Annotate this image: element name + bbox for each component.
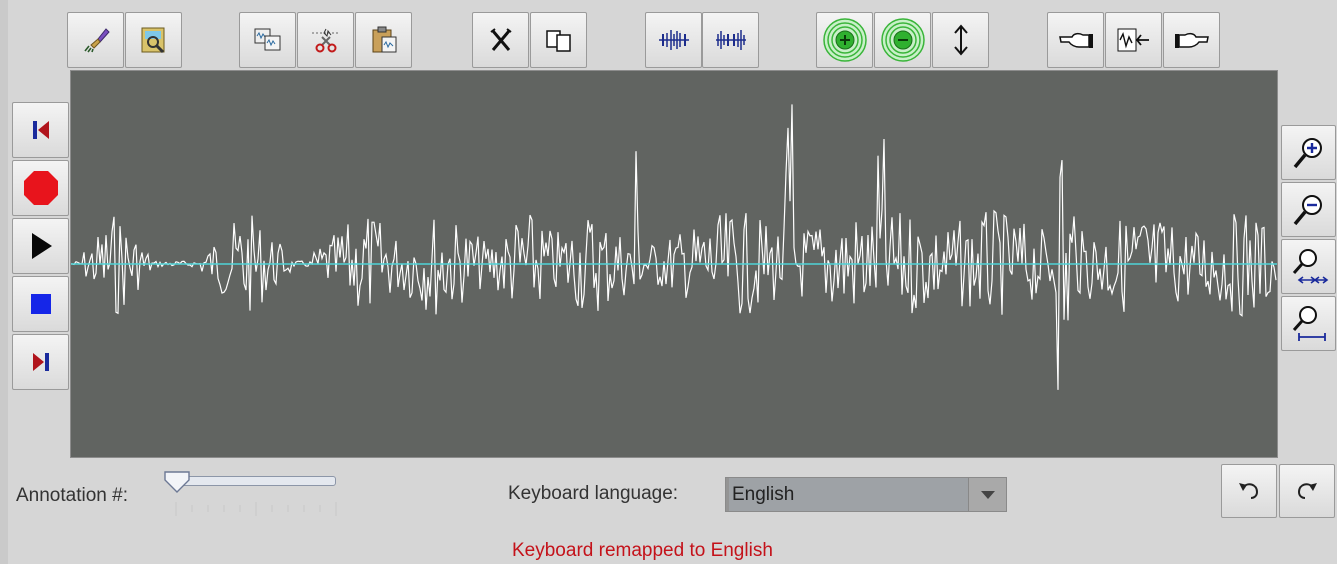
keyboard-language-select[interactable]: English — [725, 477, 1007, 512]
waveform-marker-button[interactable] — [1105, 12, 1162, 68]
annotation-slider-thumb[interactable] — [163, 470, 191, 494]
keyboard-language-value: English — [729, 478, 968, 511]
waveform-display[interactable] — [70, 70, 1278, 458]
open-audio-file-icon — [141, 27, 164, 54]
redo-button[interactable] — [1279, 464, 1335, 518]
erase-button[interactable] — [67, 12, 124, 68]
increase-gain-icon — [822, 18, 867, 62]
waveform-trace — [70, 104, 1277, 390]
zoom-horizontal-icon — [1292, 248, 1328, 284]
skip-to-start-button[interactable] — [12, 102, 69, 158]
decrease-gain-button[interactable] — [874, 12, 931, 68]
waveform-marker-icon — [1117, 28, 1149, 52]
increase-gain-button[interactable] — [816, 12, 873, 68]
copy-button[interactable] — [239, 12, 296, 68]
zoom-in-button[interactable] — [1281, 125, 1336, 180]
duplicate-button[interactable] — [530, 12, 587, 68]
zoom-horizontal-button[interactable] — [1281, 239, 1336, 294]
expand-wave-icon — [715, 30, 746, 50]
record-button[interactable] — [12, 160, 69, 216]
zoom-fit-button[interactable] — [1281, 296, 1336, 351]
stop-button[interactable] — [12, 276, 69, 332]
point-left-button[interactable] — [1047, 12, 1104, 68]
undo-button[interactable] — [1221, 464, 1277, 518]
annotation-slider-track[interactable] — [174, 476, 336, 486]
zoom-out-button[interactable] — [1281, 182, 1336, 237]
cross-delete-icon — [489, 28, 512, 51]
copy-icon — [254, 28, 280, 51]
erase-icon — [83, 28, 110, 53]
annotation-slider-ticks — [175, 502, 337, 516]
skip-to-end-icon — [32, 353, 49, 371]
keyboard-language-label: Keyboard language: — [508, 483, 679, 504]
stop-icon — [30, 294, 51, 314]
point-right-button[interactable] — [1163, 12, 1220, 68]
point-left-icon — [1058, 32, 1093, 48]
status-message: Keyboard remapped to English — [512, 540, 773, 561]
paste-button[interactable] — [355, 12, 412, 68]
record-icon — [23, 171, 58, 205]
decrease-gain-icon — [880, 18, 925, 62]
cut-button[interactable] — [297, 12, 354, 68]
skip-to-start-icon — [32, 121, 49, 139]
delete-button[interactable] — [472, 12, 529, 68]
zoom-in-icon — [1293, 137, 1322, 168]
play-button[interactable] — [12, 218, 69, 274]
open-audio-button[interactable] — [125, 12, 182, 68]
expand-wave-button[interactable] — [702, 12, 759, 68]
annotation-label: Annotation #: — [16, 485, 128, 506]
paste-icon — [372, 26, 396, 53]
skip-to-end-button[interactable] — [12, 334, 69, 390]
point-right-icon — [1174, 32, 1209, 48]
undo-icon — [1239, 483, 1259, 499]
vertical-arrows-icon — [953, 24, 968, 56]
duplicate-icon — [545, 30, 571, 52]
zoom-out-icon — [1293, 194, 1322, 225]
dropdown-arrow-button[interactable] — [968, 478, 1006, 511]
play-icon — [31, 233, 52, 259]
vertical-scale-button[interactable] — [932, 12, 989, 68]
chevron-down-icon — [980, 490, 995, 499]
compress-wave-button[interactable] — [645, 12, 702, 68]
waveform-canvas — [70, 104, 1277, 390]
zoom-fit-icon — [1292, 305, 1326, 341]
cut-icon — [311, 28, 340, 53]
redo-icon — [1297, 483, 1317, 499]
window-left-edge — [0, 0, 8, 564]
compress-wave-icon — [658, 30, 689, 50]
